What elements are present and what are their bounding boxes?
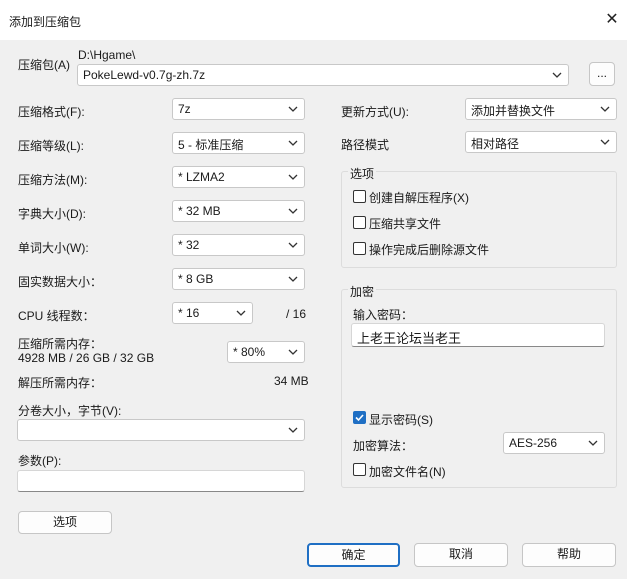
level-value: 5 - 标准压缩 xyxy=(178,138,244,152)
params-label: 参数(P): xyxy=(18,454,62,468)
chevron-down-icon xyxy=(600,139,610,145)
split-label: 分卷大小，字节(V): xyxy=(18,404,122,418)
ok-button[interactable]: 确定 xyxy=(307,543,400,567)
shared-checkbox[interactable] xyxy=(353,216,366,229)
chevron-down-icon xyxy=(288,106,298,112)
enc-method-value: AES-256 xyxy=(509,436,558,450)
sfx-label: 创建自解压程序(X) xyxy=(369,191,469,205)
dict-combo[interactable]: * 32 MB xyxy=(172,200,305,222)
archive-folder: D:\Hgame\ xyxy=(78,48,136,62)
sfx-checkbox[interactable] xyxy=(353,190,366,203)
password-input[interactable]: 上老王论坛当老王 xyxy=(351,323,605,347)
browse-button[interactable]: ... xyxy=(589,62,615,86)
method-value: * LZMA2 xyxy=(178,170,225,184)
window-title: 添加到压缩包 xyxy=(9,15,82,29)
encrypt-names-label: 加密文件名(N) xyxy=(369,465,446,479)
password-label: 输入密码： xyxy=(353,308,414,322)
chevron-down-icon xyxy=(288,242,298,248)
params-input[interactable] xyxy=(17,470,305,492)
update-label: 更新方式(U): xyxy=(341,105,409,119)
archive-filename-combo[interactable]: PokeLewd-v0.7g-zh.7z xyxy=(77,64,569,86)
word-value: * 32 xyxy=(178,238,200,252)
chevron-down-icon xyxy=(288,208,298,214)
word-label: 单词大小(W): xyxy=(18,241,89,255)
password-value: 上老王论坛当老王 xyxy=(357,331,462,346)
archive-filename-value: PokeLewd-v0.7g-zh.7z xyxy=(83,68,206,82)
options-group-title: 选项 xyxy=(348,165,377,182)
format-label: 压缩格式(F): xyxy=(18,105,85,119)
chevron-down-icon xyxy=(600,106,610,112)
format-value: 7z xyxy=(178,102,191,116)
split-combo[interactable] xyxy=(17,419,305,441)
mem-comp-combo[interactable]: * 80% xyxy=(227,341,305,363)
close-icon[interactable]: ✕ xyxy=(604,12,620,28)
help-button[interactable]: 帮助 xyxy=(522,543,616,567)
solid-label: 固实数据大小： xyxy=(18,275,103,289)
options-button[interactable]: 选项 xyxy=(18,511,112,534)
enc-method-combo[interactable]: AES-256 xyxy=(503,432,605,454)
chevron-down-icon xyxy=(588,440,598,446)
checkmark-icon xyxy=(355,414,364,422)
chevron-down-icon xyxy=(288,427,298,433)
show-password-checkbox[interactable] xyxy=(353,411,366,424)
chevron-down-icon xyxy=(288,349,298,355)
cancel-button[interactable]: 取消 xyxy=(414,543,508,567)
method-combo[interactable]: * LZMA2 xyxy=(172,166,305,188)
chevron-down-icon xyxy=(288,174,298,180)
pathmode-combo[interactable]: 相对路径 xyxy=(465,131,617,153)
delete-checkbox[interactable] xyxy=(353,242,366,255)
dict-value: * 32 MB xyxy=(178,204,221,218)
shared-label: 压缩共享文件 xyxy=(369,217,442,231)
update-value: 添加并替换文件 xyxy=(471,104,556,118)
enc-method-label: 加密算法： xyxy=(353,439,414,453)
encrypt-names-checkbox[interactable] xyxy=(353,463,366,476)
threads-total: / 16 xyxy=(286,307,307,321)
level-label: 压缩等级(L): xyxy=(18,139,85,153)
encryption-group-title: 加密 xyxy=(348,283,377,300)
mem-decomp-label: 解压所需内存： xyxy=(18,376,103,390)
threads-label: CPU 线程数： xyxy=(18,309,95,323)
chevron-down-icon xyxy=(288,140,298,146)
mem-comp-label: 压缩所需内存： xyxy=(18,337,103,351)
dict-label: 字典大小(D): xyxy=(18,207,86,221)
word-combo[interactable]: * 32 xyxy=(172,234,305,256)
solid-combo[interactable]: * 8 GB xyxy=(172,268,305,290)
pathmode-value: 相对路径 xyxy=(471,137,520,151)
method-label: 压缩方法(M): xyxy=(18,173,88,187)
delete-label: 操作完成后删除源文件 xyxy=(369,243,490,257)
level-combo[interactable]: 5 - 标准压缩 xyxy=(172,132,305,154)
pathmode-label: 路径模式 xyxy=(341,138,390,152)
threads-combo[interactable]: * 16 xyxy=(172,302,253,324)
solid-value: * 8 GB xyxy=(178,272,214,286)
title-bar xyxy=(0,0,627,40)
mem-comp-value: * 80% xyxy=(233,345,266,359)
chevron-down-icon xyxy=(552,72,562,78)
archive-label: 压缩包(A) xyxy=(18,58,70,72)
mem-comp-detail: 4928 MB / 26 GB / 32 GB xyxy=(18,351,155,365)
mem-decomp-value: 34 MB xyxy=(274,374,309,388)
threads-value: * 16 xyxy=(178,306,200,320)
show-password-label: 显示密码(S) xyxy=(369,413,433,427)
update-combo[interactable]: 添加并替换文件 xyxy=(465,98,617,120)
chevron-down-icon xyxy=(288,276,298,282)
chevron-down-icon xyxy=(236,310,246,316)
format-combo[interactable]: 7z xyxy=(172,98,305,120)
